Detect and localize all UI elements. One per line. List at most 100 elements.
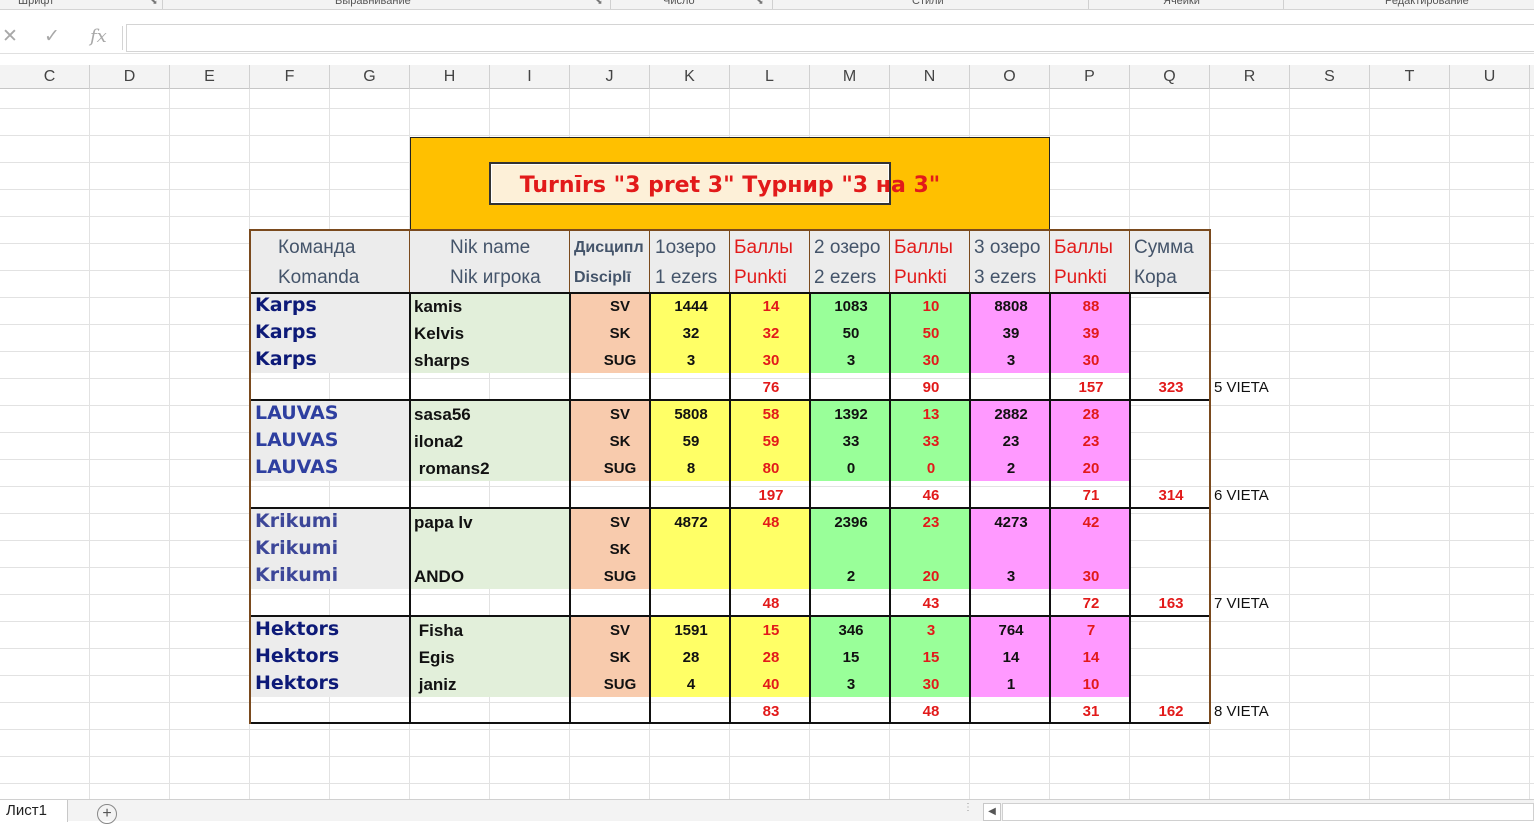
points3-value: 20 [1082,460,1100,477]
lake1-value: 1444 [674,298,708,315]
lake3-value: 4273 [994,514,1028,531]
gridline-v [1369,89,1370,799]
cancel-icon[interactable]: ✕ [2,26,18,48]
lake1-value: 1591 [674,622,708,639]
player-nick: ilona2 [414,432,464,451]
ribbon-group-cells: Ячейки [1163,0,1200,7]
points1-value: 32 [762,325,780,342]
lake1-value: 59 [682,433,700,450]
column-header-p[interactable]: P [1050,65,1130,89]
lake2-value: 15 [842,649,860,666]
points2-value: 20 [922,568,940,585]
add-sheet-icon[interactable]: + [97,804,117,824]
lake3-value: 8808 [994,298,1028,315]
points2-value: 50 [922,325,940,342]
column-header-o[interactable]: O [970,65,1050,89]
table-border-left [249,229,251,724]
column-header-e[interactable]: E [170,65,250,89]
dialog-launcher-icon[interactable]: ⬊ [150,0,158,7]
horizontal-scrollbar[interactable] [1002,803,1534,821]
team-place: 6 VIETA [1214,487,1269,504]
formula-bar-separator [122,26,123,50]
points1-total: 48 [762,595,780,612]
header-sum-ru: Сумма [1134,237,1194,258]
team-name: Hektors [255,618,340,640]
enter-icon[interactable]: ✓ [44,26,60,48]
player-nick [414,536,564,563]
points3-value: 7 [1086,622,1096,639]
column-header-s[interactable]: S [1290,65,1370,89]
column-header-u[interactable]: U [1450,65,1530,89]
points1-value: 48 [762,514,780,531]
lake3-value [971,536,1051,563]
column-header-d[interactable]: D [90,65,170,89]
table-border-h [250,722,1211,724]
table-border-h [250,399,1211,401]
dialog-launcher-icon[interactable]: ⬊ [595,0,603,7]
lake2-value: 1083 [834,298,868,315]
column-header-c[interactable]: C [10,65,90,89]
points1-value: 30 [762,352,780,369]
splitter-handle[interactable]: ⋮ [963,803,973,819]
lake3-value: 14 [1002,649,1020,666]
dialog-launcher-icon[interactable]: ⬊ [756,0,764,7]
points3-value: 14 [1082,649,1100,666]
lake3-value: 3 [1006,568,1016,585]
lake2-value: 0 [846,460,856,477]
points1-value: 15 [762,622,780,639]
column-header-k[interactable]: K [650,65,730,89]
ribbon-group-styles: Стили [912,0,944,7]
header-border-top [250,229,1211,231]
function-icon[interactable]: fx [90,26,107,48]
column-header-i[interactable]: I [490,65,570,89]
team-name: LAUVAS [255,429,339,451]
points2-value: 30 [922,352,940,369]
formula-input[interactable] [126,24,1534,52]
team-sum: 163 [1158,595,1184,612]
column-header-m[interactable]: M [810,65,890,89]
column-header-t[interactable]: T [1370,65,1450,89]
formula-bar: ✕ ✓ fx [0,22,1534,54]
sheet-tab-list1[interactable]: Лист1 [0,800,68,822]
scroll-left-icon[interactable]: ◀ [983,803,1001,821]
lake1-value: 4 [686,676,696,693]
column-header-l[interactable]: L [730,65,810,89]
column-header-r[interactable]: R [1210,65,1290,89]
header-pts1-ru: Баллы [734,237,793,258]
points1-value: 40 [762,676,780,693]
header-team-ru: Команда [278,237,356,258]
team-place: 7 VIETA [1214,595,1269,612]
header-border-v [809,231,810,292]
lake1-value: 28 [682,649,700,666]
column-header-j[interactable]: J [570,65,650,89]
lake2-value: 3 [846,352,856,369]
header-pts2-ru: Баллы [894,237,953,258]
team-name: Karps [255,321,317,343]
column-header-g[interactable]: G [330,65,410,89]
table-border-right [1209,229,1211,724]
points1-value: 28 [762,649,780,666]
header-team-lv: Komanda [278,267,360,288]
header-border-v [1129,231,1130,292]
header-border-v [729,231,730,292]
points1-value: 14 [762,298,780,315]
team-name: Karps [255,294,317,316]
column-header-n[interactable]: N [890,65,970,89]
worksheet-grid[interactable]: Turnīrs "3 pret 3" Турнир "3 на 3" Команд… [0,89,1534,799]
points2-value [891,536,971,563]
lake1-value: 8 [686,460,696,477]
team-sum: 323 [1158,379,1184,396]
header-nick-lv: Nik игрока [450,267,541,288]
header-nick-ru: Nik name [450,237,531,258]
team-name: LAUVAS [255,456,339,478]
header-lake1-lv: 1 ezers [655,267,718,288]
column-header-h[interactable]: H [410,65,490,89]
gridline-h [0,108,1534,109]
lake1-value [651,536,731,563]
team-place: 5 VIETA [1214,379,1269,396]
header-disc-ru: Дисципл [574,239,644,256]
column-headers: CDEFGHIJKLMNOPQRSTU [0,65,1534,89]
column-header-f[interactable]: F [250,65,330,89]
points1-total: 76 [762,379,780,396]
column-header-q[interactable]: Q [1130,65,1210,89]
